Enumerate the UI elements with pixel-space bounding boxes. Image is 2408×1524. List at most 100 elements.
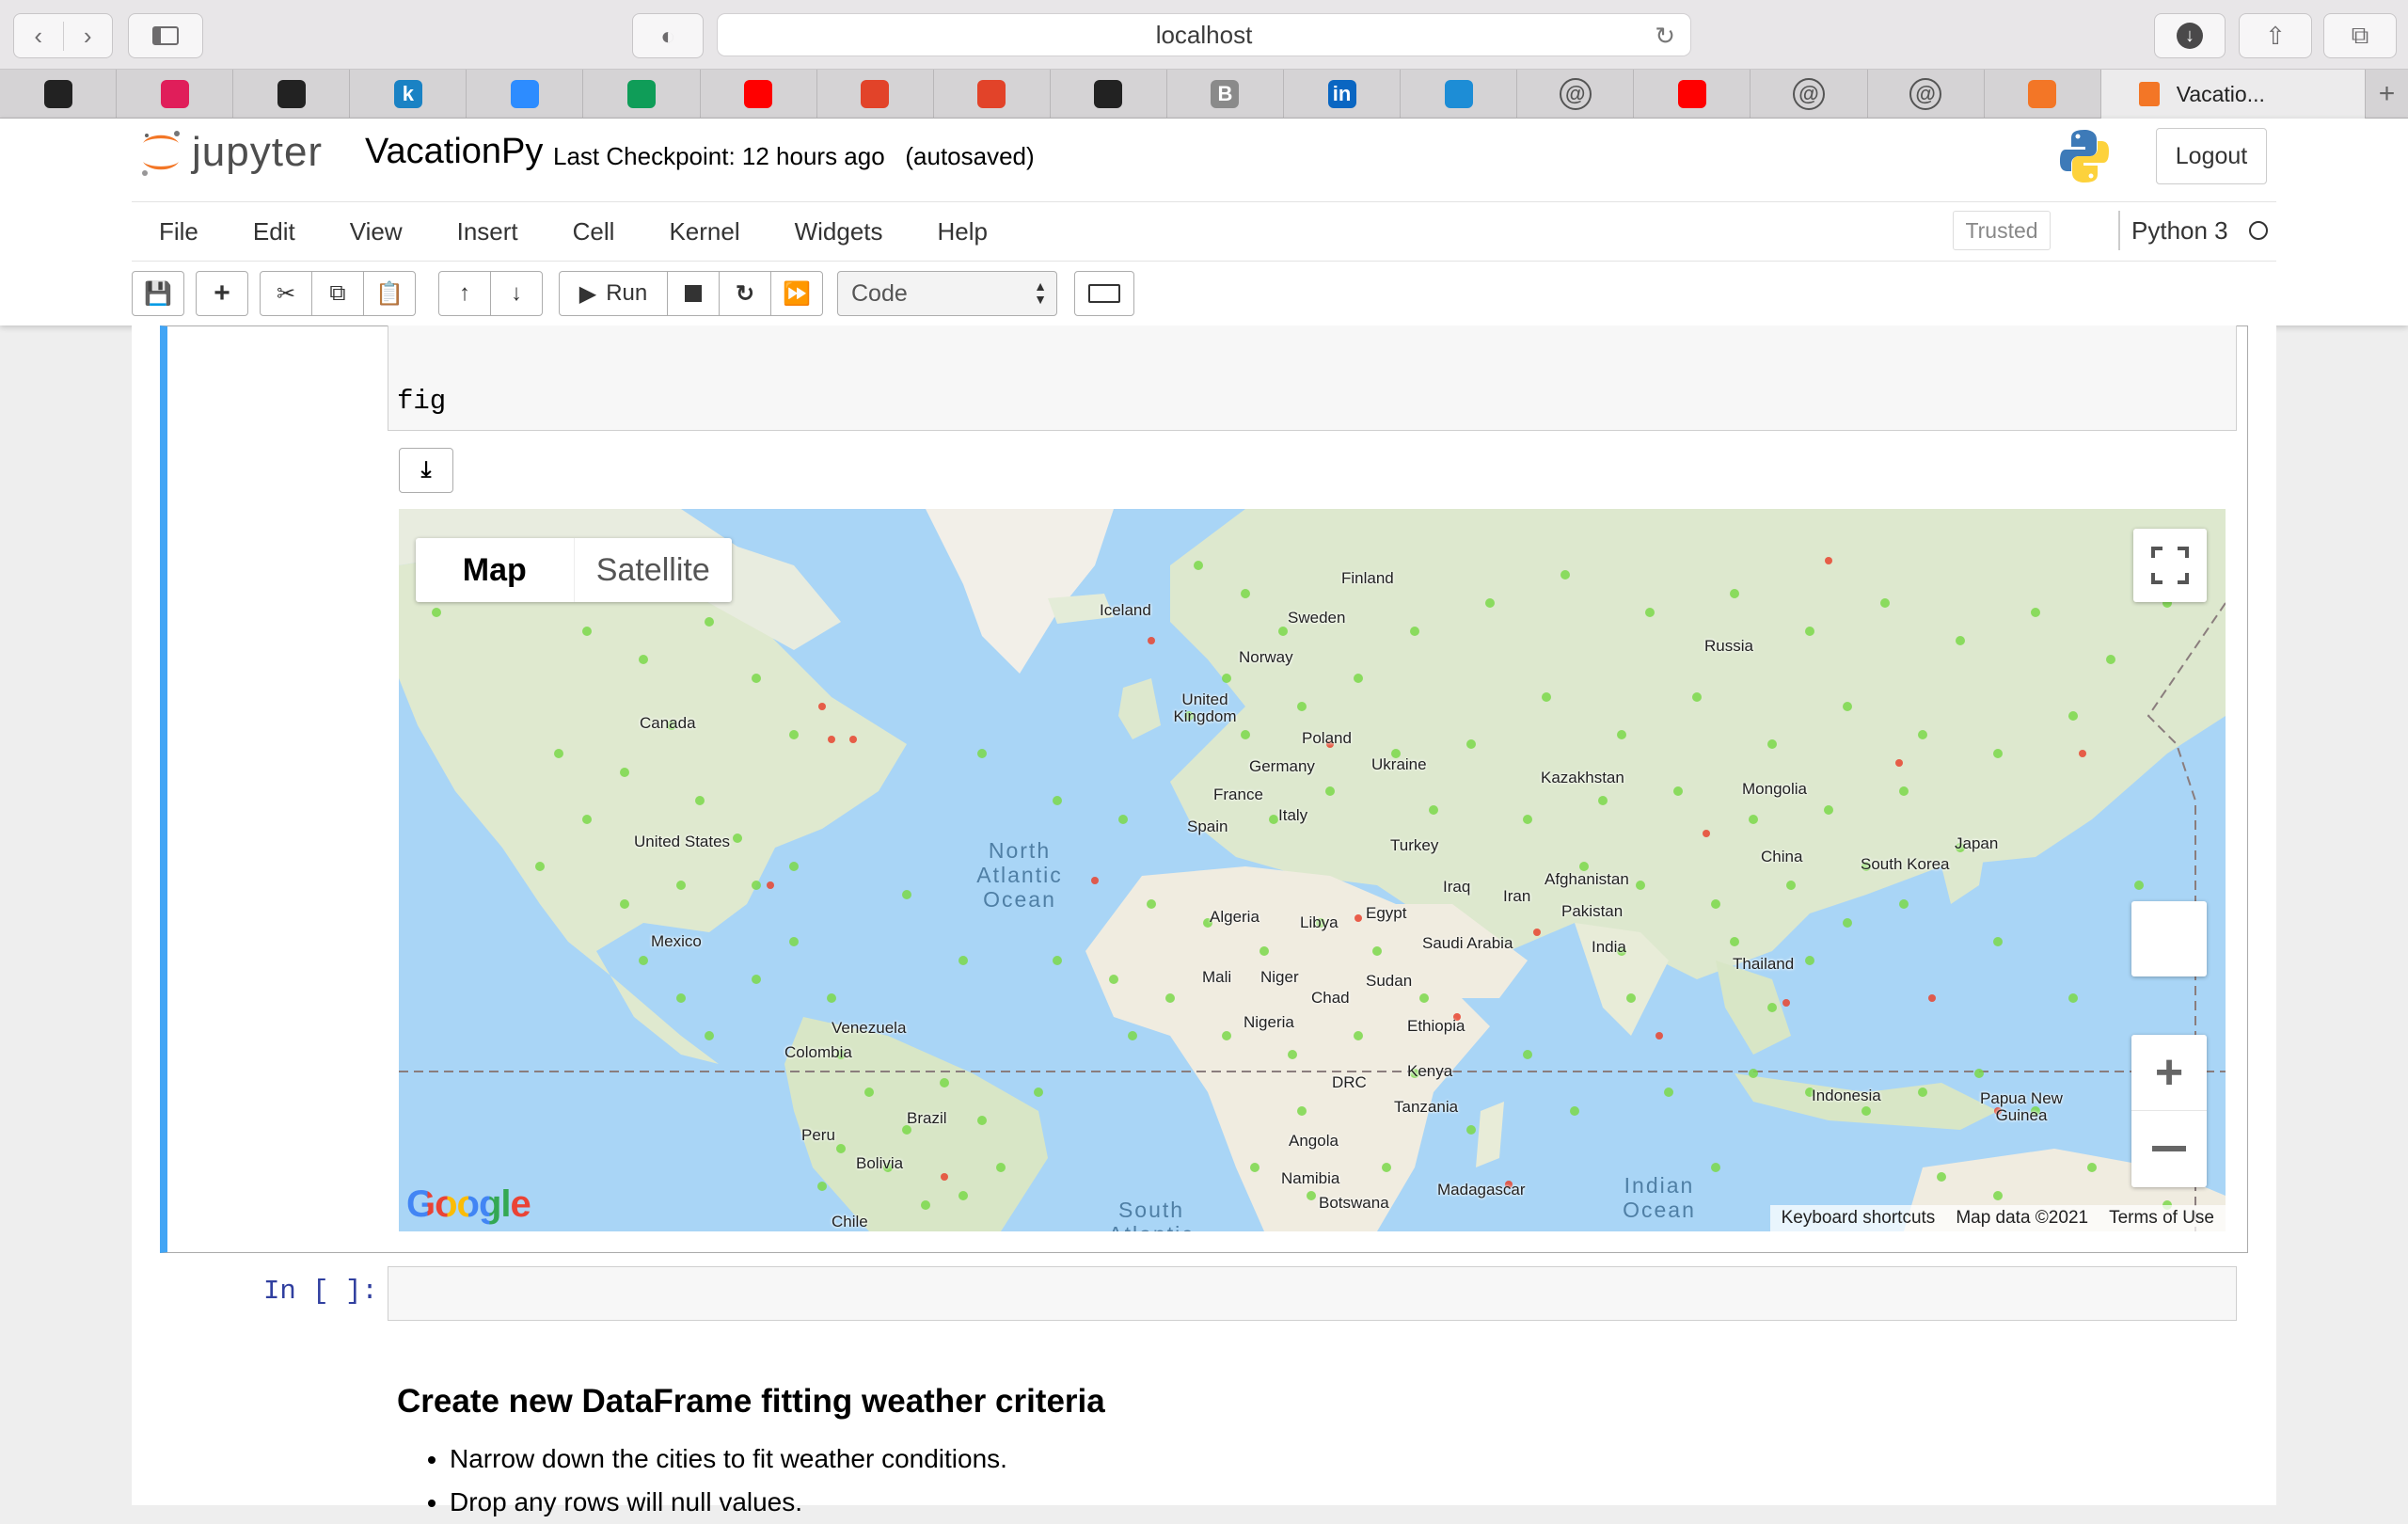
address-bar[interactable]: localhost ↻	[717, 13, 1691, 56]
browser-tab[interactable]	[467, 70, 584, 119]
map-type-satellite-button[interactable]: Satellite	[575, 538, 733, 602]
map-type-map-button[interactable]: Map	[416, 538, 575, 602]
map-label-pakistan: Pakistan	[1561, 902, 1624, 920]
notebook-name[interactable]: VacationPy	[365, 132, 543, 172]
pegman-control[interactable]	[2131, 901, 2207, 976]
youtube-icon	[1677, 80, 1706, 108]
share-button[interactable]: ⇧	[2239, 13, 2312, 58]
map-label-papua-new-guinea: Papua New Guinea	[1980, 1089, 2063, 1124]
google-map[interactable]: Finland Sweden Norway Iceland Russia Uni…	[399, 509, 2226, 1231]
cut-button[interactable]: ✂	[260, 271, 312, 316]
sidebar-button[interactable]	[128, 13, 203, 58]
google-logo-text: Google	[406, 1183, 531, 1225]
trusted-indicator[interactable]: Trusted	[1953, 211, 2051, 250]
menu-widgets[interactable]: Widgets	[768, 217, 911, 246]
menu-kernel[interactable]: Kernel	[642, 217, 767, 246]
copy-button[interactable]: ⧉	[311, 271, 364, 316]
menu-insert[interactable]: Insert	[430, 217, 546, 246]
empty-code-cell[interactable]	[388, 1266, 2237, 1321]
logout-button[interactable]: Logout	[2156, 128, 2267, 184]
zoom-in-button[interactable]: +	[2131, 1035, 2207, 1111]
menu-help[interactable]: Help	[911, 217, 1015, 246]
downloads-button[interactable]: ↓	[2154, 13, 2226, 58]
restart-run-all-button[interactable]: ⏩	[770, 271, 823, 316]
download-icon: ↓	[2177, 23, 2203, 49]
run-button[interactable]: ▶ Run	[559, 271, 668, 316]
notebook-tab-icon	[2138, 82, 2160, 106]
google-logo[interactable]: Google	[406, 1183, 531, 1226]
keyboard-icon	[1088, 284, 1120, 303]
forward-icon[interactable]: ›	[62, 21, 113, 51]
shield-icon: ◐	[660, 21, 675, 50]
move-up-button[interactable]: ↑	[438, 271, 491, 316]
browser-tab[interactable]: @	[1868, 70, 1985, 119]
zoom-control: +	[2131, 1035, 2207, 1187]
download-output-button[interactable]: ⤓	[399, 448, 453, 493]
save-button[interactable]: 💾	[132, 271, 184, 316]
browser-tab[interactable]: k	[350, 70, 467, 119]
browser-tab[interactable]	[1634, 70, 1751, 119]
map-label-spain: Spain	[1187, 818, 1228, 835]
browser-tab[interactable]	[1985, 70, 2101, 119]
privacy-report-button[interactable]: ◐	[632, 13, 704, 58]
move-down-button[interactable]: ↓	[490, 271, 543, 316]
browser-tab-active[interactable]: Vacatio...	[2100, 70, 2367, 119]
menu-view[interactable]: View	[323, 217, 430, 246]
github-icon	[1094, 80, 1123, 108]
browser-tab[interactable]	[1401, 70, 1518, 119]
map-label-tanzania: Tanzania	[1394, 1098, 1459, 1116]
new-tab-button[interactable]: +	[2366, 70, 2408, 119]
menu-edit[interactable]: Edit	[226, 217, 323, 246]
map-label-madagascar: Madagascar	[1437, 1181, 1526, 1199]
browser-tab[interactable]: @	[1517, 70, 1635, 119]
cell-type-select[interactable]: Code ▲ ▼	[837, 271, 1057, 316]
zoom-out-button[interactable]	[2131, 1111, 2207, 1186]
browser-tab[interactable]: in	[1284, 70, 1402, 119]
menu-cell[interactable]: Cell	[546, 217, 642, 246]
keyboard-shortcuts-link[interactable]: Keyboard shortcuts	[1782, 1208, 1936, 1229]
fullscreen-button[interactable]	[2133, 529, 2207, 602]
browser-tab[interactable]: @	[1751, 70, 1868, 119]
at-icon: @	[1909, 78, 1942, 110]
map-label-indian-ocean: Indian Ocean	[1623, 1173, 1696, 1222]
command-palette-group	[1074, 271, 1134, 316]
kernel-indicator[interactable]: Python 3	[2118, 211, 2268, 250]
command-palette-button[interactable]	[1074, 271, 1134, 316]
map-label-kenya: Kenya	[1407, 1062, 1453, 1080]
slack-icon	[160, 80, 189, 108]
map-label-libya: Libya	[1300, 913, 1339, 931]
reload-icon[interactable]: ↻	[1655, 22, 1675, 51]
browser-tab[interactable]	[117, 70, 234, 119]
interrupt-button[interactable]	[667, 271, 720, 316]
active-tab-label: Vacatio...	[2176, 81, 2265, 106]
insert-cell-button[interactable]: +	[196, 271, 248, 316]
jupyter-logo[interactable]: jupyter	[139, 124, 323, 181]
browser-tab[interactable]	[701, 70, 817, 119]
back-icon[interactable]: ‹	[14, 22, 63, 51]
browser-tab[interactable]	[817, 70, 934, 119]
back-forward-buttons[interactable]: ‹ ›	[13, 13, 113, 58]
plus-icon: +	[2154, 1045, 2184, 1100]
browser-tab[interactable]	[583, 70, 701, 119]
paste-button[interactable]: 📋	[363, 271, 416, 316]
map-label-france: France	[1213, 786, 1263, 803]
map-attribution: Keyboard shortcuts Map data ©2021 Terms …	[1769, 1205, 2226, 1231]
browser-tab[interactable]	[233, 70, 351, 119]
map-label-norway: Norway	[1239, 648, 1293, 666]
restart-button[interactable]: ↻	[719, 271, 771, 316]
map-label-united-states: United States	[634, 833, 731, 850]
menu-file[interactable]: File	[132, 217, 226, 246]
tab-overview-button[interactable]: ⧉	[2323, 13, 2397, 58]
arrow-up-icon: ↑	[459, 280, 470, 306]
browser-tab[interactable]	[0, 70, 118, 119]
browser-tab[interactable]: B	[1167, 70, 1285, 119]
map-label-mexico: Mexico	[651, 932, 702, 950]
code-input[interactable]	[388, 325, 2237, 431]
download-icon: ⤓	[420, 457, 432, 483]
map-label-colombia: Colombia	[784, 1043, 852, 1061]
terms-of-use-link[interactable]: Terms of Use	[2109, 1208, 2214, 1229]
browser-tab[interactable]	[1051, 70, 1167, 119]
browser-tab[interactable]	[934, 70, 1051, 119]
map-label-turkey: Turkey	[1390, 836, 1439, 854]
linkedin-icon: in	[1327, 80, 1356, 108]
